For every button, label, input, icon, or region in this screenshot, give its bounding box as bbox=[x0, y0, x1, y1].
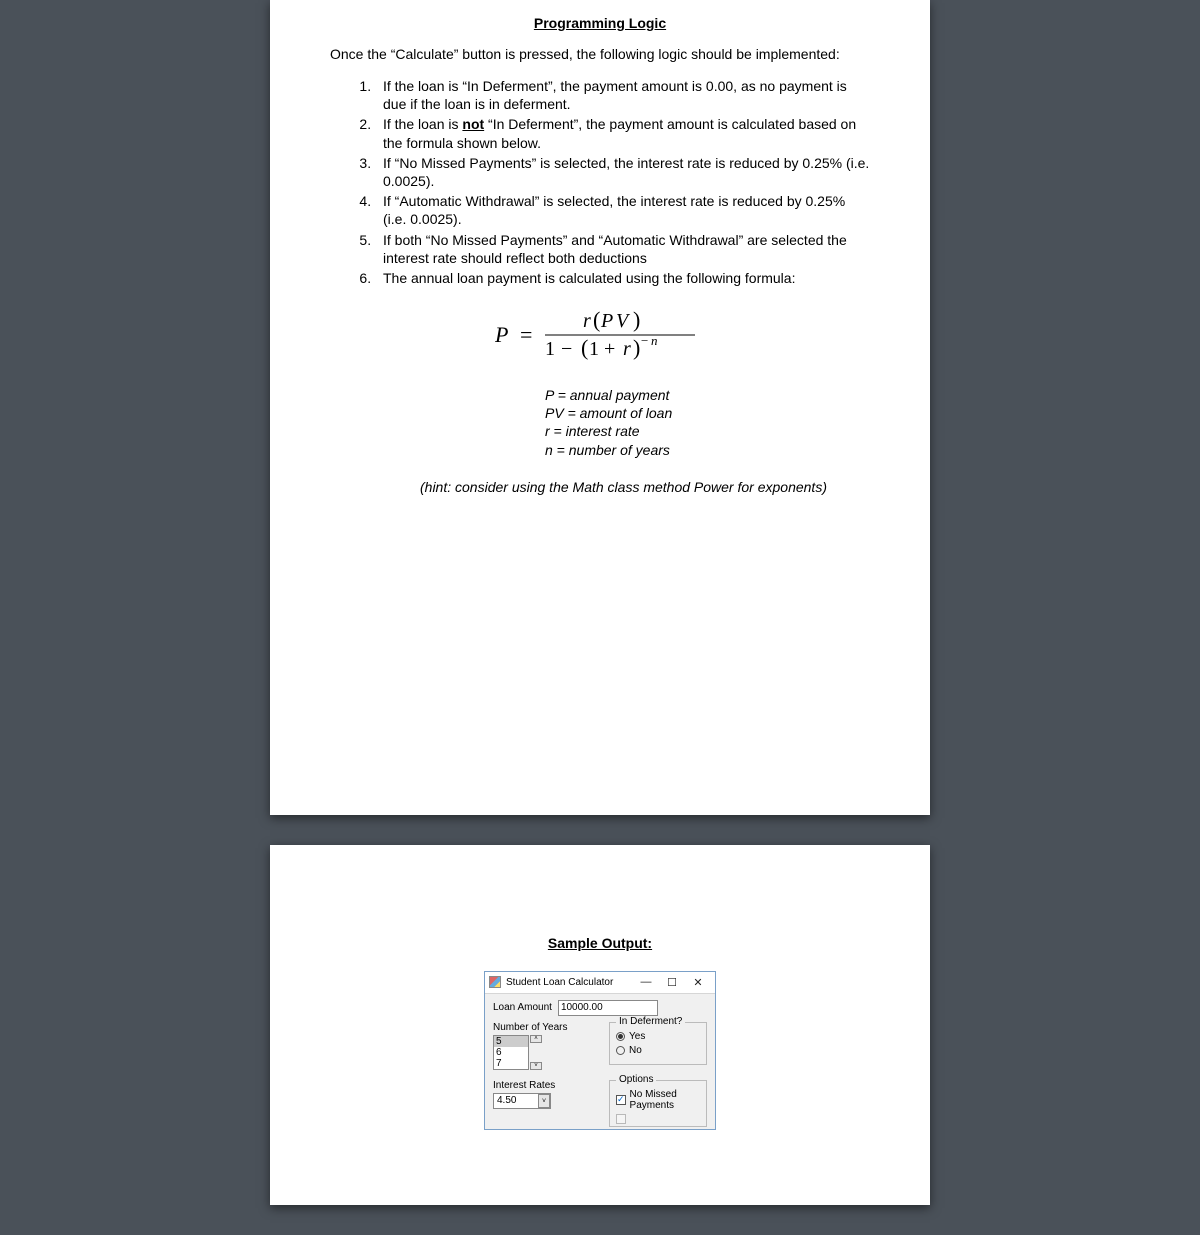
checkbox-icon bbox=[616, 1114, 626, 1124]
loan-amount-input[interactable]: 10000.00 bbox=[558, 1000, 658, 1016]
svg-text:(: ( bbox=[593, 307, 600, 332]
no-missed-checkbox[interactable]: No Missed Payments bbox=[616, 1089, 700, 1111]
svg-text:1: 1 bbox=[545, 338, 555, 360]
loan-amount-value: 10000.00 bbox=[561, 1002, 603, 1013]
options-title: Options bbox=[616, 1074, 656, 1085]
chevron-down-icon: ˅ bbox=[538, 1094, 550, 1108]
rule-item: If both “No Missed Payments” and “Automa… bbox=[375, 231, 870, 267]
loan-amount-label: Loan Amount bbox=[493, 1002, 552, 1013]
list-item[interactable]: 6 bbox=[494, 1047, 528, 1058]
svg-text:P: P bbox=[495, 322, 508, 347]
legend-r: r = interest rate bbox=[545, 422, 870, 440]
rule-item: If “Automatic Withdrawal” is selected, t… bbox=[375, 192, 870, 228]
chevron-down-icon[interactable]: ˅ bbox=[530, 1062, 542, 1070]
options-group: Options No Missed Payments bbox=[609, 1080, 707, 1127]
svg-text:r: r bbox=[623, 338, 631, 360]
hint-text: (hint: consider using the Math class met… bbox=[420, 479, 870, 495]
deferment-no-radio[interactable]: No bbox=[616, 1045, 700, 1056]
section-heading: Programming Logic bbox=[330, 15, 870, 31]
legend-n: n = number of years bbox=[545, 441, 870, 459]
deferment-yes-radio[interactable]: Yes bbox=[616, 1031, 700, 1042]
rule-item: If “No Missed Payments” is selected, the… bbox=[375, 154, 870, 190]
checkbox-icon bbox=[616, 1095, 626, 1105]
svg-text:V: V bbox=[616, 310, 631, 332]
svg-text:−: − bbox=[641, 333, 648, 348]
interest-label: Interest Rates bbox=[493, 1080, 591, 1091]
deferment-group: In Deferment? Yes No bbox=[609, 1022, 707, 1065]
rule-item: If the loan is not “In Deferment”, the p… bbox=[375, 115, 870, 151]
titlebar: Student Loan Calculator — ☐ ✕ bbox=[485, 972, 715, 994]
legend-p: P = annual payment bbox=[545, 386, 870, 404]
svg-text:n: n bbox=[651, 333, 658, 348]
list-item[interactable]: 5 bbox=[494, 1036, 528, 1047]
radio-icon bbox=[616, 1032, 625, 1041]
window-body: Loan Amount 10000.00 Number of Years 5 6… bbox=[485, 994, 715, 1129]
legend-pv: PV = amount of loan bbox=[545, 404, 870, 422]
formula: P = r ( P V ) 1 − ( 1 + r ) − n bbox=[330, 307, 870, 366]
chevron-up-icon[interactable]: ˄ bbox=[530, 1035, 542, 1043]
document-page-2: Sample Output: Student Loan Calculator —… bbox=[270, 845, 930, 1205]
years-updown[interactable]: ˄ ˅ bbox=[530, 1035, 542, 1070]
interest-dropdown[interactable]: 4.50 ˅ bbox=[493, 1093, 551, 1109]
svg-text:): ) bbox=[633, 307, 640, 332]
intro-text: Once the “Calculate” button is pressed, … bbox=[330, 46, 870, 62]
interest-value: 4.50 bbox=[497, 1095, 516, 1106]
list-item[interactable]: 7 bbox=[494, 1058, 528, 1069]
years-label: Number of Years bbox=[493, 1022, 591, 1033]
radio-icon bbox=[616, 1046, 625, 1055]
radio-label: Yes bbox=[629, 1031, 645, 1042]
sample-window: Student Loan Calculator — ☐ ✕ Loan Amoun… bbox=[484, 971, 716, 1130]
svg-text:): ) bbox=[633, 335, 640, 360]
svg-text:=: = bbox=[520, 322, 532, 347]
svg-text:1: 1 bbox=[589, 338, 599, 360]
svg-text:(: ( bbox=[581, 335, 588, 360]
close-button[interactable]: ✕ bbox=[685, 976, 711, 989]
years-listbox[interactable]: 5 6 7 bbox=[493, 1035, 529, 1070]
auto-withdrawal-checkbox[interactable] bbox=[616, 1114, 700, 1124]
svg-text:P: P bbox=[600, 310, 613, 332]
emphasis-not: not bbox=[462, 116, 484, 132]
rule-item: If the loan is “In Deferment”, the payme… bbox=[375, 77, 870, 113]
rules-list: If the loan is “In Deferment”, the payme… bbox=[330, 77, 870, 287]
window-title: Student Loan Calculator bbox=[506, 977, 633, 988]
formula-legend: P = annual payment PV = amount of loan r… bbox=[545, 386, 870, 459]
checkbox-label: No Missed Payments bbox=[630, 1089, 700, 1111]
svg-text:−: − bbox=[561, 338, 572, 360]
minimize-button[interactable]: — bbox=[633, 976, 659, 988]
rule-item: The annual loan payment is calculated us… bbox=[375, 269, 870, 287]
app-icon bbox=[489, 976, 501, 988]
svg-text:+: + bbox=[604, 338, 615, 360]
svg-text:r: r bbox=[583, 310, 591, 332]
maximize-button[interactable]: ☐ bbox=[659, 976, 685, 989]
sample-output-heading: Sample Output: bbox=[330, 935, 870, 951]
deferment-title: In Deferment? bbox=[616, 1016, 685, 1027]
radio-label: No bbox=[629, 1045, 642, 1056]
document-page-1: Programming Logic Once the “Calculate” b… bbox=[270, 0, 930, 815]
